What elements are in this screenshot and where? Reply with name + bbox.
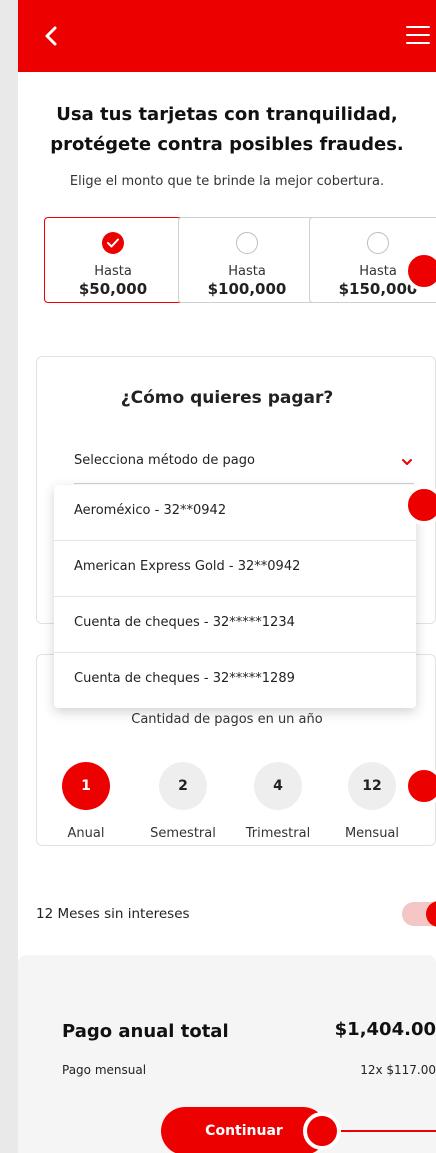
- frequency-label-anual: Anual: [67, 826, 105, 841]
- frequency-option-2[interactable]: 2: [159, 762, 207, 810]
- frequency-option-12[interactable]: 12: [348, 762, 396, 810]
- page-subheading: Elige el monto que te brinde la mejor co…: [69, 174, 385, 189]
- annotation-marker: [405, 486, 436, 524]
- coverage-option-50000[interactable]: Hasta $50,000: [44, 217, 182, 303]
- coverage-prefix: Hasta: [228, 264, 266, 279]
- coverage-amount: $50,000: [78, 280, 148, 298]
- dropdown-option[interactable]: American Express Gold - 32**0942: [54, 541, 416, 597]
- app-screen: Usa tus tarjetas con tranquilidad, proté…: [18, 0, 436, 1153]
- frequency-label-semestral: Semestral: [150, 826, 216, 841]
- toggle-knob: [426, 901, 436, 927]
- chevron-down-icon: [402, 459, 412, 465]
- total-label: Pago anual total: [62, 1021, 229, 1042]
- payment-method-dropdown: Aeroméxico - 32**0942 American Express G…: [54, 485, 416, 708]
- hamburger-menu-icon[interactable]: [406, 26, 430, 46]
- dropdown-option[interactable]: Cuenta de cheques - 32*****1234: [54, 597, 416, 653]
- msi-toggle[interactable]: [402, 901, 436, 927]
- frequency-option-4[interactable]: 4: [254, 762, 302, 810]
- page-headline: Usa tus tarjetas con tranquilidad, proté…: [50, 104, 404, 155]
- select-value: Selecciona método de pago: [74, 453, 255, 468]
- dropdown-option[interactable]: Aeroméxico - 32**0942: [54, 485, 416, 541]
- radio-unchecked-icon: [367, 232, 389, 254]
- coverage-prefix: Hasta: [94, 264, 132, 279]
- dropdown-option[interactable]: Cuenta de cheques - 32*****1289: [54, 653, 416, 708]
- annotation-marker: [405, 252, 436, 290]
- coverage-amount: $100,000: [207, 280, 287, 298]
- frequency-label-trimestral: Trimestral: [245, 826, 311, 841]
- frequency-label-mensual: Mensual: [344, 826, 400, 841]
- back-button[interactable]: [38, 22, 66, 50]
- payment-title: ¿Cómo quieres pagar?: [120, 388, 334, 408]
- top-bar: [18, 0, 436, 72]
- annotation-line: [341, 1130, 436, 1132]
- monthly-label: Pago mensual: [62, 1063, 147, 1077]
- annotation-marker: [405, 767, 436, 805]
- frequency-option-1[interactable]: 1: [62, 762, 110, 810]
- msi-label: 12 Meses sin intereses: [36, 906, 190, 922]
- frequency-label: Cantidad de pagos en un año: [131, 712, 323, 727]
- monthly-value: 12x $117.00: [360, 1063, 436, 1077]
- payment-method-select[interactable]: Selecciona método de pago: [74, 447, 414, 484]
- radio-checked-icon: [102, 232, 124, 254]
- annotation-marker: [303, 1112, 341, 1150]
- chevron-left-icon: [45, 26, 57, 46]
- radio-unchecked-icon: [236, 232, 258, 254]
- coverage-option-100000[interactable]: Hasta $100,000: [178, 217, 316, 303]
- background-strip: [0, 0, 18, 1153]
- total-value: $1,404.00: [334, 1019, 436, 1040]
